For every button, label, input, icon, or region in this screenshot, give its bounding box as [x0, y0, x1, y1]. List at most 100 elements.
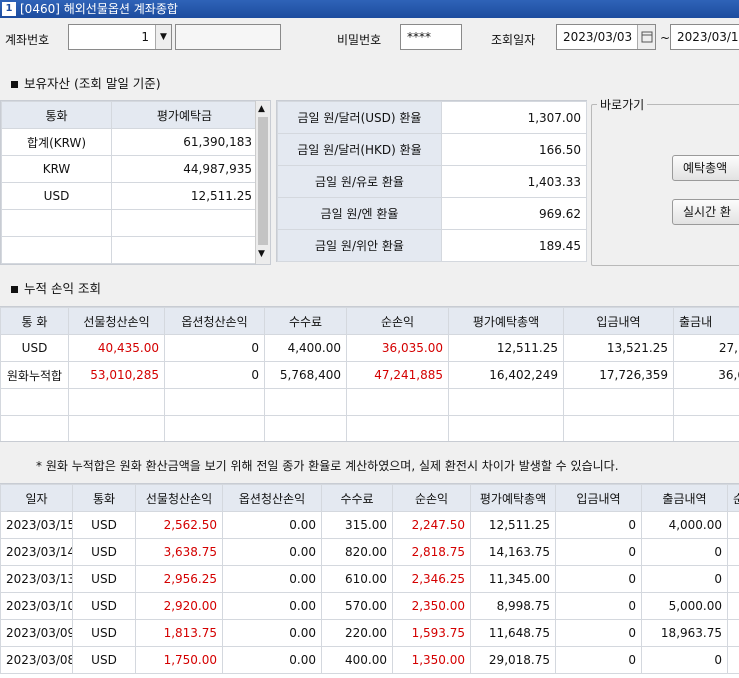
table-row[interactable]: 2023/03/10 USD 2,920.00 0.00 570.00 2,35… — [0, 592, 739, 620]
rate-row: 금일 원/달러(HKD) 환율 166.50 — [277, 133, 587, 166]
cumulative-header: 선물청산손익 — [68, 307, 165, 335]
cumulative-header: 평가예탁총액 — [448, 307, 564, 335]
holdings-currency: KRW — [1, 155, 112, 183]
password-input[interactable]: **** — [400, 24, 462, 50]
cell-deposit: 0 — [555, 646, 642, 674]
table-row[interactable]: 2023/03/14 USD 3,638.75 0.00 820.00 2,81… — [0, 538, 739, 566]
cell-eval-total: 8,998.75 — [470, 592, 556, 620]
rate-row: 금일 원/달러(USD) 환율 1,307.00 — [277, 101, 587, 134]
table-row — [0, 388, 739, 416]
cell-net-pl: 47,241,885 — [346, 361, 449, 389]
bullet-square-icon — [11, 286, 18, 293]
calendar-icon[interactable] — [637, 25, 655, 49]
cell-date: 2023/03/09 — [0, 619, 73, 647]
account-label: 계좌번호 — [5, 33, 50, 47]
chevron-down-icon[interactable]: ▼ — [155, 25, 171, 49]
cell-currency: USD — [0, 334, 69, 362]
password-label: 비밀번호 — [337, 33, 382, 47]
table-row[interactable]: 원화누적합 53,010,285 0 5,768,400 47,241,885 … — [0, 361, 739, 389]
cell-currency: USD — [72, 592, 136, 620]
holdings-currency: 합계(KRW) — [1, 128, 112, 156]
rates-panel: 금일 원/달러(USD) 환율 1,307.00 금일 원/달러(HKD) 환율… — [276, 100, 587, 262]
cell-date: 2023/03/15 — [0, 511, 73, 539]
cumulative-header: 통 화 — [0, 307, 69, 335]
scrollbar-thumb[interactable] — [258, 117, 268, 245]
cumulative-section-title: 누적 손익 조회 — [11, 278, 101, 297]
cell-eval-total: 29,018.75 — [470, 646, 556, 674]
cell-currency: USD — [72, 538, 136, 566]
table-row[interactable]: 2023/03/15 USD 2,562.50 0.00 315.00 2,24… — [0, 511, 739, 539]
date-from-value: 2023/03/03 — [563, 30, 633, 44]
cell-options-pl: 0 — [164, 361, 265, 389]
account-name-field — [175, 24, 281, 50]
cell-eval-total: 14,163.75 — [470, 538, 556, 566]
table-row — [1, 209, 258, 237]
cell-eval-total: 12,511.25 — [448, 334, 564, 362]
holdings-header-currency: 통화 — [1, 101, 112, 129]
cell-futures-pl: 2,562.50 — [135, 511, 223, 539]
rate-value: 1,307.00 — [441, 101, 587, 134]
account-select[interactable]: 1 ▼ — [68, 24, 172, 50]
table-row[interactable]: KRW 44,987,935 — [1, 155, 258, 183]
cell-fee: 4,400.00 — [264, 334, 347, 362]
cell-options-pl: 0.00 — [222, 565, 322, 593]
cell-withdraw: 4,000.00 — [641, 511, 728, 539]
holdings-table-panel: 통화 평가예탁금 합계(KRW) 61,390,183 KRW 44,987,9… — [0, 100, 271, 265]
date-from-input[interactable]: 2023/03/03 — [556, 24, 656, 50]
cell-withdraw: 5,000.00 — [641, 592, 728, 620]
cell-date: 2023/03/13 — [0, 565, 73, 593]
deposit-total-button[interactable]: 예탁총액 — [672, 155, 739, 181]
cell-currency: USD — [72, 565, 136, 593]
cell-deposit: 0 — [555, 511, 642, 539]
cell-date: 2023/03/10 — [0, 592, 73, 620]
holdings-scrollbar[interactable]: ▲ ▼ — [255, 101, 270, 264]
cell-net-pl: 2,247.50 — [392, 511, 471, 539]
holdings-table: 통화 평가예탁금 합계(KRW) 61,390,183 KRW 44,987,9… — [1, 101, 258, 264]
daily-header: 순손익 — [392, 484, 471, 512]
table-row[interactable]: USD 40,435.00 0 4,400.00 36,035.00 12,51… — [0, 334, 739, 362]
table-row[interactable]: USD 12,511.25 — [1, 182, 258, 210]
rate-label: 금일 원/유로 환율 — [277, 165, 442, 198]
cell-futures-pl: 1,750.00 — [135, 646, 223, 674]
rate-row: 금일 원/위안 환율 189.45 — [277, 229, 587, 262]
realtime-exchange-button[interactable]: 실시간 환 — [672, 199, 739, 225]
cell-withdraw: 27, — [673, 334, 739, 362]
daily-header: 선물청산손익 — [135, 484, 223, 512]
table-row[interactable]: 2023/03/13 USD 2,956.25 0.00 610.00 2,34… — [0, 565, 739, 593]
holdings-amount: 61,390,183 — [111, 128, 258, 156]
bullet-square-icon — [11, 81, 18, 88]
daily-header: 수수료 — [321, 484, 393, 512]
table-row[interactable]: 2023/03/09 USD 1,813.75 0.00 220.00 1,59… — [0, 619, 739, 647]
daily-header: 순 — [727, 484, 739, 512]
rate-row: 금일 원/엔 환율 969.62 — [277, 197, 587, 230]
table-row[interactable]: 2023/03/08 USD 1,750.00 0.00 400.00 1,35… — [0, 646, 739, 674]
cell-net-pl: 36,035.00 — [346, 334, 449, 362]
table-row — [1, 236, 258, 264]
rate-label: 금일 원/달러(USD) 환율 — [277, 101, 442, 134]
table-row — [0, 415, 739, 441]
table-row[interactable]: 합계(KRW) 61,390,183 — [1, 128, 258, 156]
rate-value: 969.62 — [441, 197, 587, 230]
cumulative-header: 옵션청산손익 — [164, 307, 265, 335]
cell-fee: 315.00 — [321, 511, 393, 539]
cell-date: 2023/03/08 — [0, 646, 73, 674]
cell-deposit: 13,521.25 — [563, 334, 674, 362]
cell-currency: USD — [72, 619, 136, 647]
cell-futures-pl: 40,435.00 — [68, 334, 165, 362]
cell-futures-pl: 2,956.25 — [135, 565, 223, 593]
daily-panel: 일자 통화 선물청산손익 옵션청산손익 수수료 순손익 평가예탁총액 입금내역 … — [0, 483, 739, 678]
cell-deposit: 0 — [555, 619, 642, 647]
holdings-header-amount: 평가예탁금 — [111, 101, 258, 129]
scroll-down-icon[interactable]: ▼ — [258, 249, 265, 259]
date-to-input[interactable]: 2023/03/15 — [670, 24, 739, 50]
rate-row: 금일 원/유로 환율 1,403.33 — [277, 165, 587, 198]
cell-fee: 820.00 — [321, 538, 393, 566]
cell-options-pl: 0.00 — [222, 646, 322, 674]
holdings-currency: USD — [1, 182, 112, 210]
cell-currency: USD — [72, 511, 136, 539]
cumulative-header: 출금내 — [673, 307, 739, 335]
window-titlebar: 1 [0460] 해외선물옵션 계좌종합 — [0, 0, 739, 18]
rates-table: 금일 원/달러(USD) 환율 1,307.00 금일 원/달러(HKD) 환율… — [277, 101, 587, 262]
scroll-up-icon[interactable]: ▲ — [258, 104, 265, 114]
account-value: 1 — [141, 30, 149, 44]
